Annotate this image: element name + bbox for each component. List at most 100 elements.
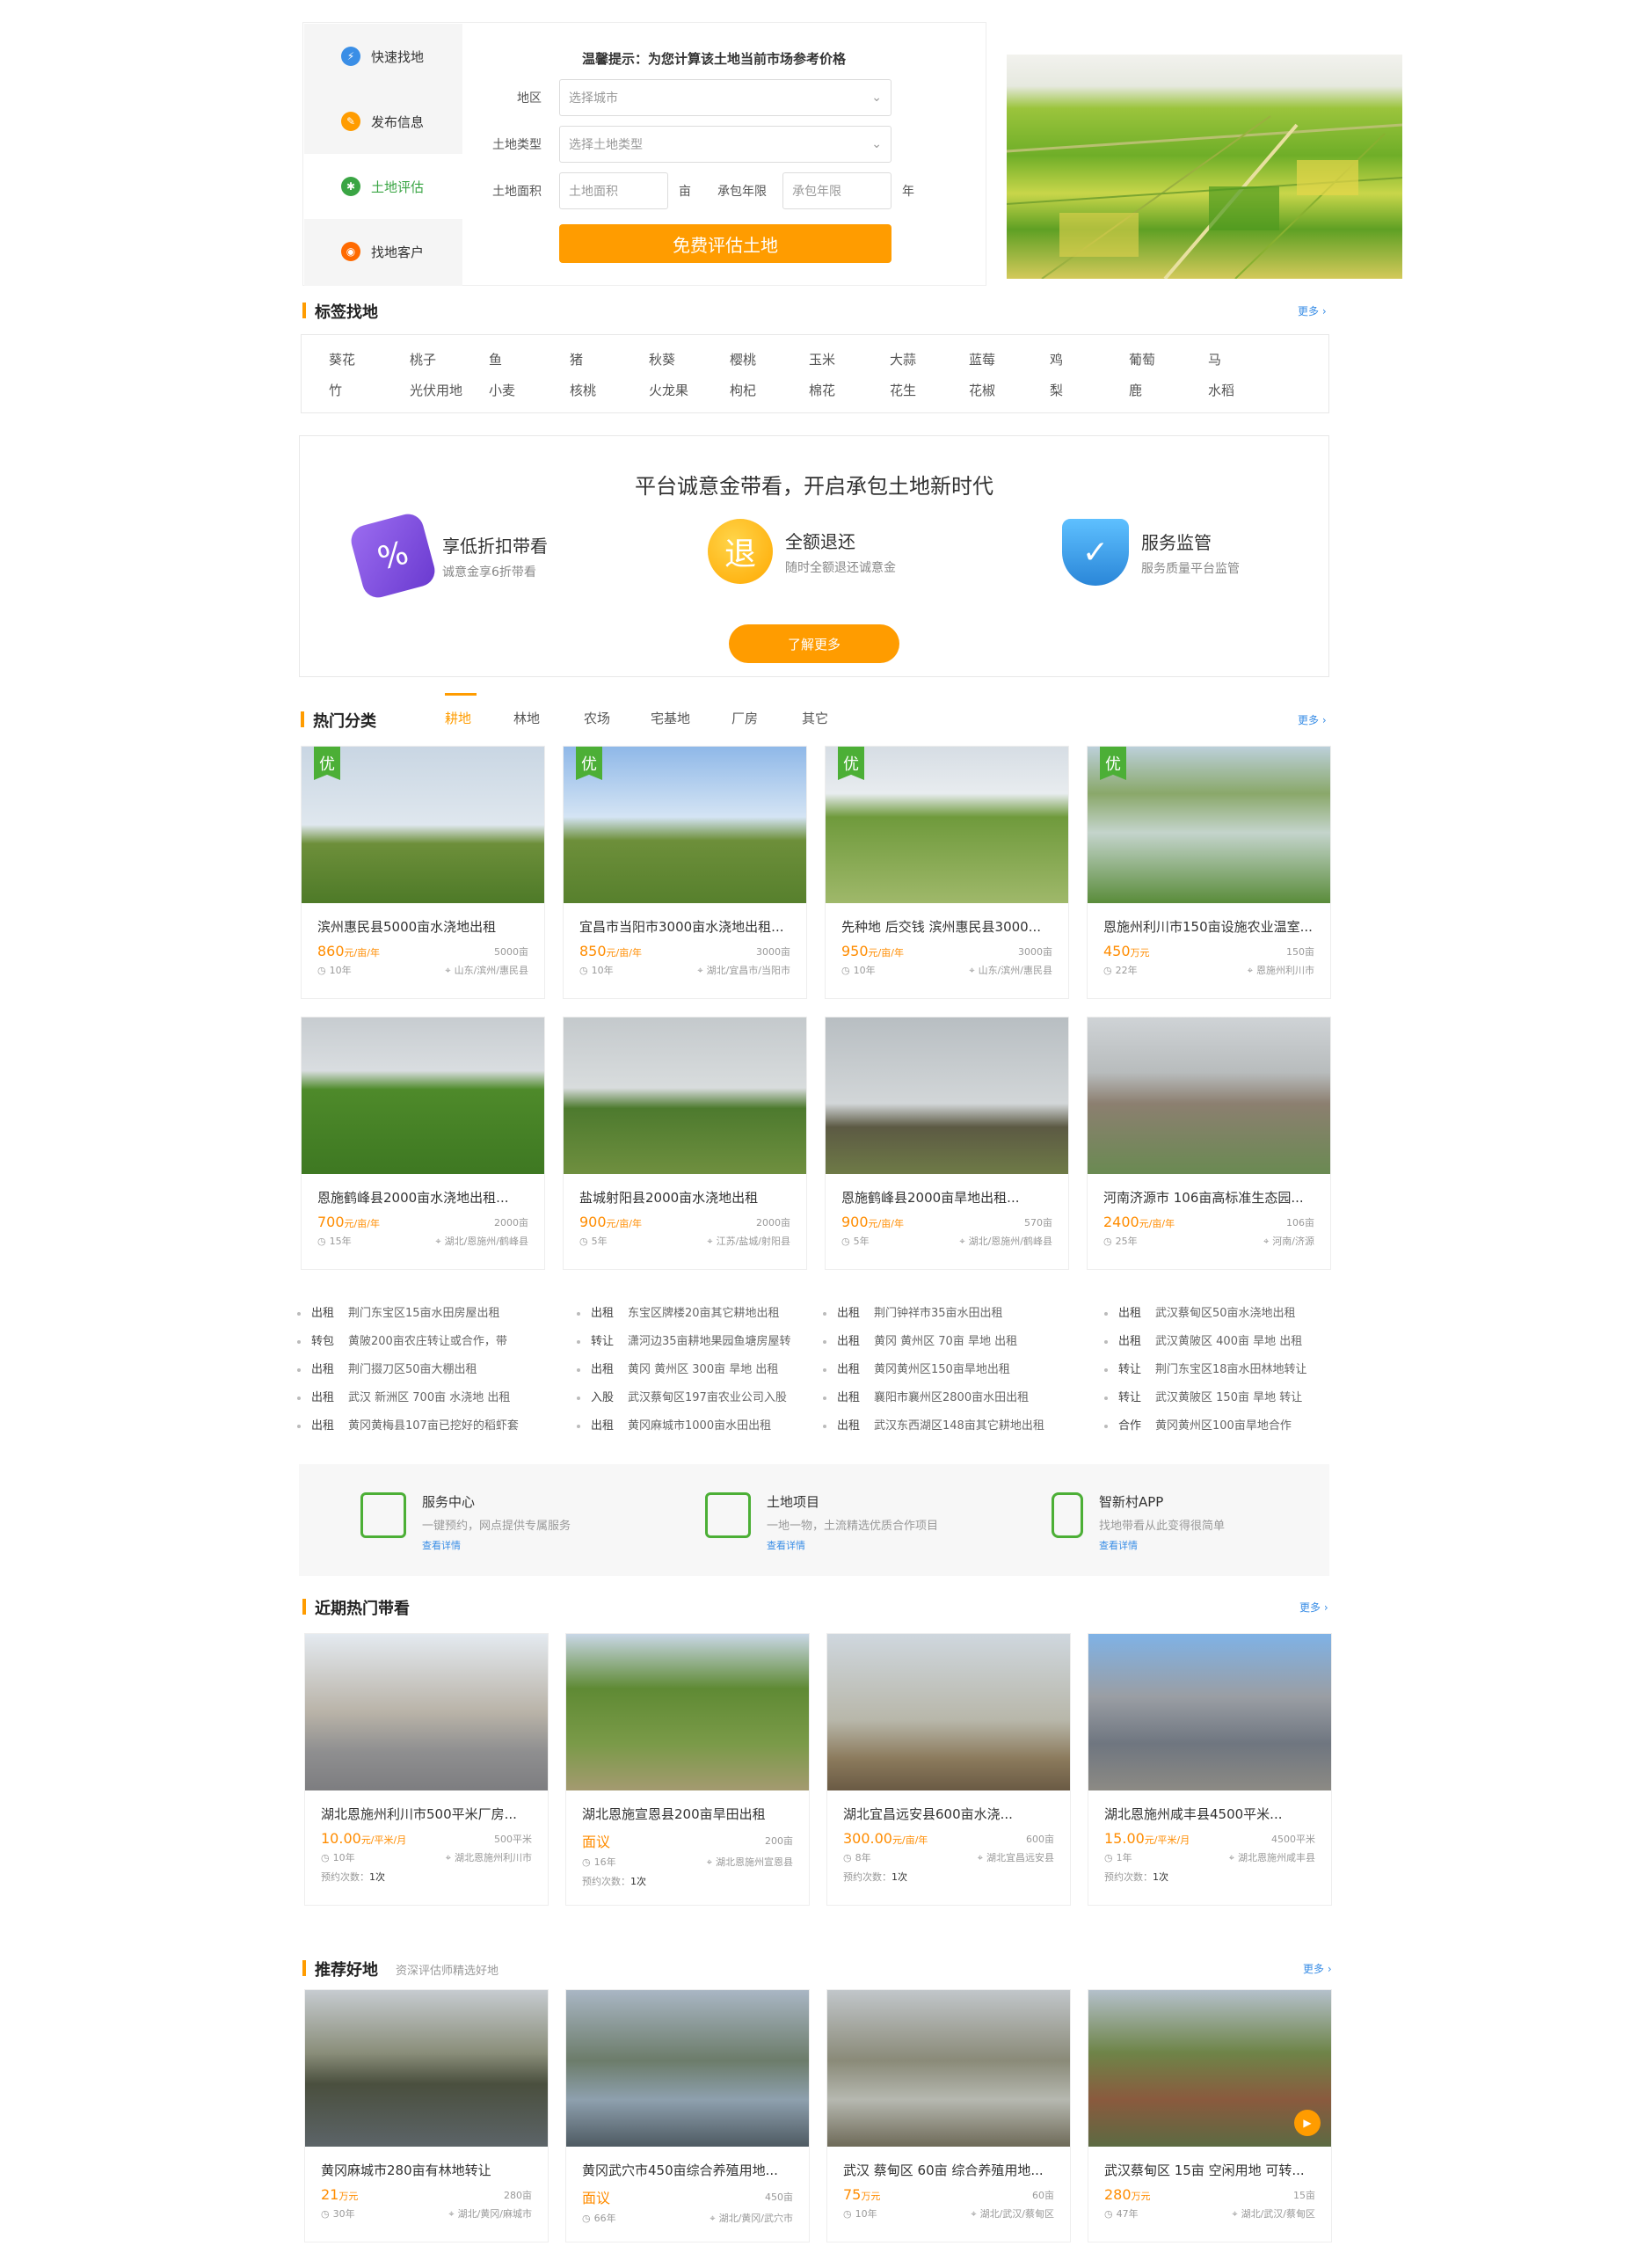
tag-item[interactable]: 竹 [329,381,342,399]
land-card[interactable]: 优滨州惠民县5000亩水浇地出租 860元/亩/年 5000亩 ◷ 10年 ⌖ 山东/滨州/… [301,746,545,999]
tab-item[interactable]: 林地 [513,709,540,727]
land-title: 湖北恩施州咸丰县4500平米... [1104,1806,1283,1822]
learn-more-button[interactable]: 了解更多 [729,624,899,663]
listing-link[interactable]: 出租 黄冈 黄州区 300亩 旱地 出租 [577,1360,814,1376]
tag-item[interactable]: 桃子 [410,350,436,368]
lease-years: 10年 [591,965,614,976]
listing-link[interactable]: 转让 荆门东宝区18亩水田林地转让 [1104,1360,1342,1376]
land-photo [305,1990,548,2147]
free-assess-button[interactable]: 免费评估土地 [559,224,891,263]
tag-item[interactable]: 核桃 [570,381,596,399]
tag-item[interactable]: 火龙果 [649,381,688,399]
nav-publish[interactable]: ✎ 发布信息 [304,89,462,154]
land-card[interactable]: 河南济源市 106亩高标准生态园... 2400元/亩/年 106亩 ◷ 25年 ⌖ 河南/… [1087,1017,1331,1270]
tag-item[interactable]: 枸杞 [730,381,756,399]
tag-item[interactable]: 光伏用地 [410,381,462,399]
listing-link[interactable]: 转让 武汉黄陂区 150亩 旱地 转让 [1104,1388,1342,1404]
tag-item[interactable]: 玉米 [809,350,835,368]
tag-item[interactable]: 马 [1208,350,1221,368]
tag-item[interactable]: 猪 [570,350,583,368]
tags-more-link[interactable]: 更多 › [1298,303,1327,318]
area-input[interactable]: 土地面积 [559,172,668,209]
tag-item[interactable]: 小麦 [489,381,515,399]
listing-link[interactable]: 转包 黄陂200亩农庄转让或合作，带 [297,1331,535,1348]
tag-item[interactable]: 葡萄 [1129,350,1155,368]
service-detail-link[interactable]: 查看详情 [767,1538,938,1552]
listing-text: 襄阳市襄州区2800亩水田出租 [874,1391,1030,1404]
service-item[interactable]: 土地项目 一地一物，土流精选优质合作项目 查看详情 [705,1492,938,1552]
service-title: 服务中心 [422,1494,476,1510]
term-input[interactable]: 承包年限 [782,172,891,209]
bullet-dot [1104,1424,1108,1428]
region-select[interactable]: 选择城市 ⌄ [559,79,891,116]
tab-item[interactable]: 耕地 [445,709,471,727]
tag-item[interactable]: 大蒜 [890,350,916,368]
land-card[interactable]: 优先种地 后交钱 滨州惠民县3000... 950元/亩/年 3000亩 ◷ 10年 ⌖ 山… [825,746,1069,999]
tag-item[interactable]: 蓝莓 [969,350,995,368]
location-text: 山东/滨州/惠民县 [978,965,1052,976]
service-item[interactable]: 服务中心 一键预约，网点提供专属服务 查看详情 [360,1492,571,1552]
land-card[interactable]: 恩施鹤峰县2000亩水浇地出租... 700元/亩/年 2000亩 ◷ 15年 ⌖ 湖北/恩… [301,1017,545,1270]
tag-item[interactable]: 葵花 [329,350,355,368]
tab-item[interactable]: 农场 [584,709,610,727]
land-card[interactable]: 盐城射阳县2000亩水浇地出租 900元/亩/年 2000亩 ◷ 5年 ⌖ 江苏/盐城/射阳… [563,1017,807,1270]
tag-item[interactable]: 樱桃 [730,350,756,368]
listing-link[interactable]: 出租 荆门钟祥市35亩水田出租 [823,1303,1060,1320]
nav-assess[interactable]: ✱ 土地评估 [304,154,462,219]
tag-item[interactable]: 棉花 [809,381,835,399]
land-card[interactable]: 优恩施州利川市150亩设施农业温室... 450万元 150亩 ◷ 22年 ⌖ 恩施州利川市 [1087,746,1331,999]
listing-link[interactable]: 出租 武汉 新洲区 700亩 水浇地 出租 [297,1388,535,1404]
tab-item[interactable]: 宅基地 [651,709,690,727]
land-area: 60亩 [1032,2189,1054,2201]
listing-link[interactable]: 出租 襄阳市襄州区2800亩水田出租 [823,1388,1060,1404]
listing-link[interactable]: 出租 武汉黄陂区 400亩 旱地 出租 [1104,1331,1342,1348]
listing-link[interactable]: 出租 黄冈 黄州区 70亩 旱地 出租 [823,1331,1060,1348]
service-item[interactable]: 智新村APP 找地带看从此变得很简单 查看详情 [1052,1492,1225,1552]
tag-item[interactable]: 梨 [1050,381,1063,399]
tab-item[interactable]: 其它 [802,709,828,727]
land-type-select[interactable]: 选择土地类型 ⌄ [559,126,891,163]
tag-item[interactable]: 花生 [890,381,916,399]
assess-icon: ✱ [341,177,360,196]
listing-link[interactable]: 入股 武汉蔡甸区197亩农业公司入股 [577,1388,814,1404]
recent-more-link[interactable]: 更多 › [1299,1600,1328,1615]
land-card[interactable]: 湖北恩施州咸丰县4500平米... 15.00元/平米/月 4500平米 ◷ 1年 ⌖ 湖北… [1088,1633,1332,1906]
land-card[interactable]: 湖北宜昌远安县600亩水浇... 300.00元/亩/年 600亩 ◷ 8年 ⌖ 湖北宜昌远… [826,1633,1071,1906]
tag-item[interactable]: 鹿 [1129,381,1142,399]
tag-item[interactable]: 水稻 [1208,381,1234,399]
land-card[interactable]: ▶ 武汉蔡甸区 15亩 空闲用地 可转... 280万元 15亩 ◷ 47年 ⌖ 湖北/武汉/… [1088,1989,1332,2242]
nav-quick-find[interactable]: ⚡ 快速找地 [304,24,462,89]
tag-item[interactable]: 鸡 [1050,350,1063,368]
listing-link[interactable]: 出租 东宝区牌楼20亩其它耕地出租 [577,1303,814,1320]
feature-sub: 诚意金享6折带看 [442,565,536,580]
listing-link[interactable]: 合作 黄冈黄州区100亩旱地合作 [1104,1416,1342,1433]
land-card[interactable]: 恩施鹤峰县2000亩旱地出租... 900元/亩/年 570亩 ◷ 5年 ⌖ 湖北/恩施州/… [825,1017,1069,1270]
listing-link[interactable]: 转让 潇河边35亩耕地果园鱼塘房屋转 [577,1331,814,1348]
service-detail-link[interactable]: 查看详情 [422,1538,571,1552]
land-card[interactable]: 优宜昌市当阳市3000亩水浇地出租... 850元/亩/年 3000亩 ◷ 10年 ⌖ 湖北… [563,746,807,999]
tab-item[interactable]: 厂房 [731,709,758,727]
recommend-more-link[interactable]: 更多 › [1303,1961,1332,1976]
land-card[interactable]: 湖北恩施州利川市500平米厂房... 10.00元/平米/月 500平米 ◷ 10年 ⌖ 湖… [304,1633,549,1906]
service-detail-link[interactable]: 查看详情 [1099,1538,1225,1552]
listing-link[interactable]: 出租 黄冈黄州区150亩旱地出租 [823,1360,1060,1376]
tag-item[interactable]: 花椒 [969,381,995,399]
land-card[interactable]: 黄冈麻城市280亩有林地转让 21万元 280亩 ◷ 30年 ⌖ 湖北/黄冈/麻城市 [304,1989,549,2242]
price-row: 700元/亩/年 2000亩 [302,1214,544,1230]
hot-more-link[interactable]: 更多 › [1298,712,1327,727]
listing-link[interactable]: 出租 黄冈麻城市1000亩水田出租 [577,1416,814,1433]
tag-item[interactable]: 鱼 [489,350,502,368]
land-card[interactable]: 湖北恩施宣恩县200亩旱田出租 面议 200亩 ◷ 16年 ⌖ 湖北恩施州宣恩县 预约次数： 1… [565,1633,810,1906]
listing-link[interactable]: 出租 武汉蔡甸区50亩水浇地出租 [1104,1303,1342,1320]
listing-link[interactable]: 出租 武汉东西湖区148亩其它耕地出租 [823,1416,1060,1433]
clock-icon: ◷ [321,2208,330,2220]
listing-link[interactable]: 出租 荆门掇刀区50亩大棚出租 [297,1360,535,1376]
land-card[interactable]: 黄冈武穴市450亩综合养殖用地... 面议 450亩 ◷ 66年 ⌖ 湖北/黄冈/武穴市 [565,1989,810,2242]
location-pin-icon: ⌖ [710,2213,716,2224]
tag-item[interactable]: 秋葵 [649,350,675,368]
nav-find-customer[interactable]: ◉ 找地客户 [304,219,462,284]
location: ⌖ 湖北恩施州咸丰县 [1229,1850,1315,1864]
listing-link[interactable]: 出租 黄冈黄梅县107亩已挖好的稻虾套 [297,1416,535,1433]
land-card[interactable]: 武汉 蔡甸区 60亩 综合养殖用地... 75万元 60亩 ◷ 10年 ⌖ 湖北/武汉/蔡甸… [826,1989,1071,2242]
listing-link[interactable]: 出租 荆门东宝区15亩水田房屋出租 [297,1303,535,1320]
